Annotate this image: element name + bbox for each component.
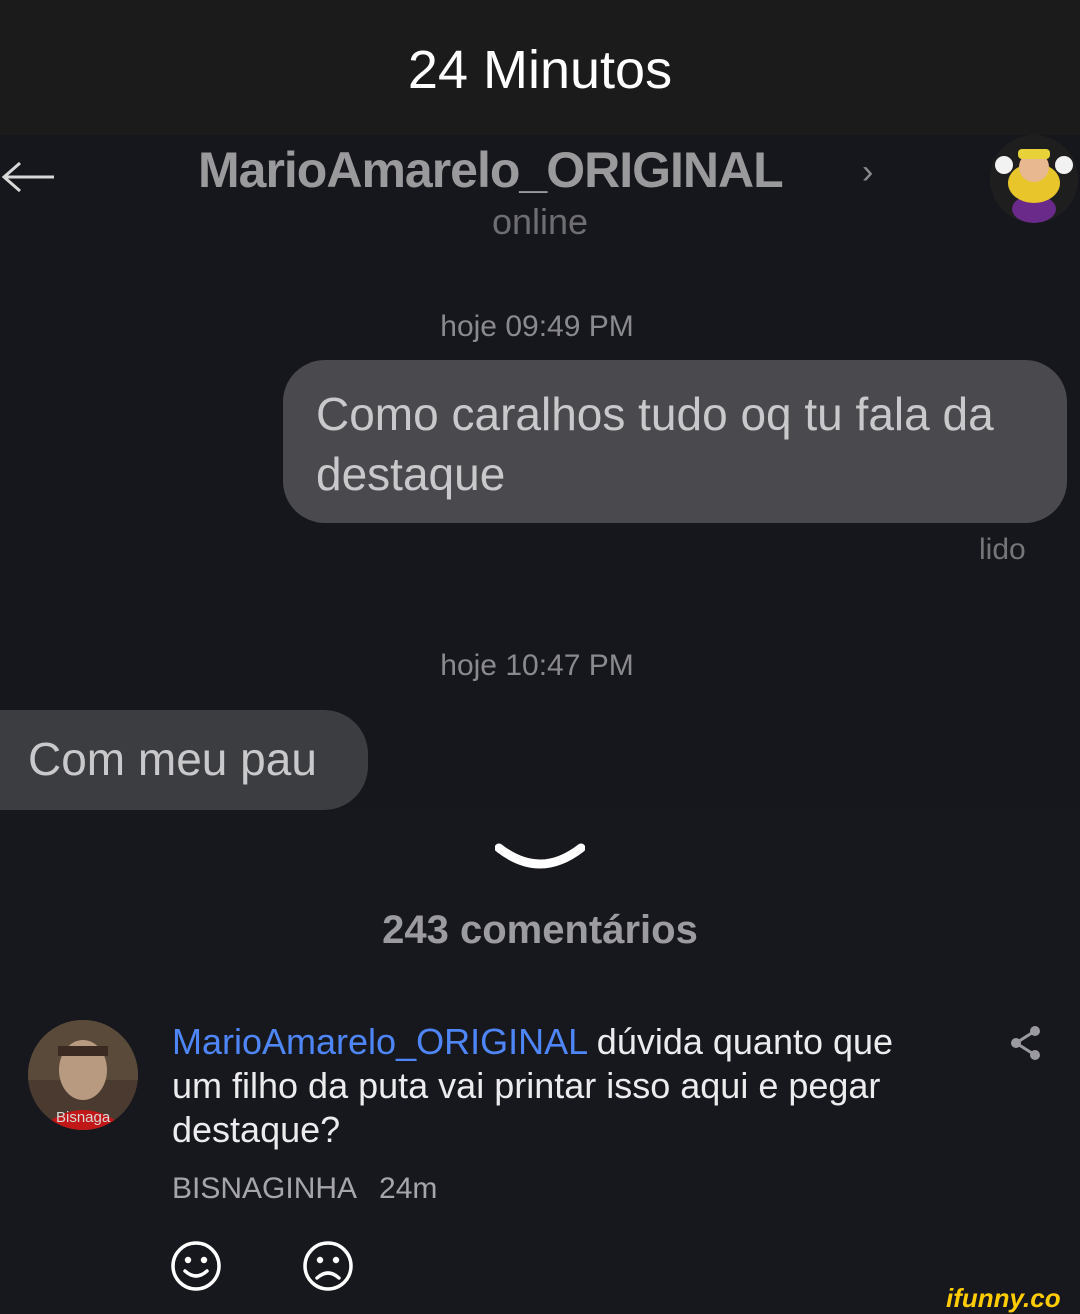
comment-time: 24m: [379, 1172, 438, 1205]
message-timestamp: hoje 09:49 PM: [440, 310, 634, 343]
message-timestamp: hoje 10:47 PM: [440, 649, 634, 682]
top-bar: 24 Minutos: [0, 0, 1080, 135]
frown-icon[interactable]: [302, 1240, 354, 1292]
comments-count: 243 comentários: [382, 908, 698, 952]
comment-mention[interactable]: MarioAmarelo_ORIGINAL: [172, 1021, 587, 1062]
outgoing-message[interactable]: Como caralhos tudo oq tu fala da destaqu…: [283, 360, 1067, 523]
arrow-left-icon: [1, 161, 54, 193]
wario-avatar-image: [990, 135, 1078, 223]
comment-meta: BISNAGINHA 24m: [172, 1172, 437, 1206]
incoming-message[interactable]: Com meu pau: [0, 710, 368, 810]
avatar-caption: Bisnaga: [56, 1109, 111, 1126]
chevron-right-icon: ›: [862, 153, 874, 191]
read-receipt: lido: [979, 533, 1026, 566]
page-title: 24 Minutos: [407, 39, 673, 100]
share-icon[interactable]: [1008, 1024, 1044, 1062]
comment-body: MarioAmarelo_ORIGINAL dúvida quanto que …: [172, 1020, 952, 1152]
smile-icon[interactable]: [170, 1240, 222, 1292]
chat-screenshot: MarioAmarelo_ORIGINAL › online hoje 09:4…: [0, 135, 1080, 810]
chat-contact-name: MarioAmarelo_ORIGINAL: [198, 142, 784, 198]
watermark-logo: ifunny.co: [946, 1283, 1061, 1313]
user-avatar-image: Bisnaga: [28, 1020, 138, 1130]
contact-status: online: [491, 201, 589, 242]
contact-avatar: [990, 135, 1078, 223]
comment-avatar[interactable]: Bisnaga: [28, 1020, 138, 1130]
chevron-down-icon[interactable]: [495, 840, 585, 874]
comment-author[interactable]: BISNAGINHA: [172, 1172, 357, 1205]
